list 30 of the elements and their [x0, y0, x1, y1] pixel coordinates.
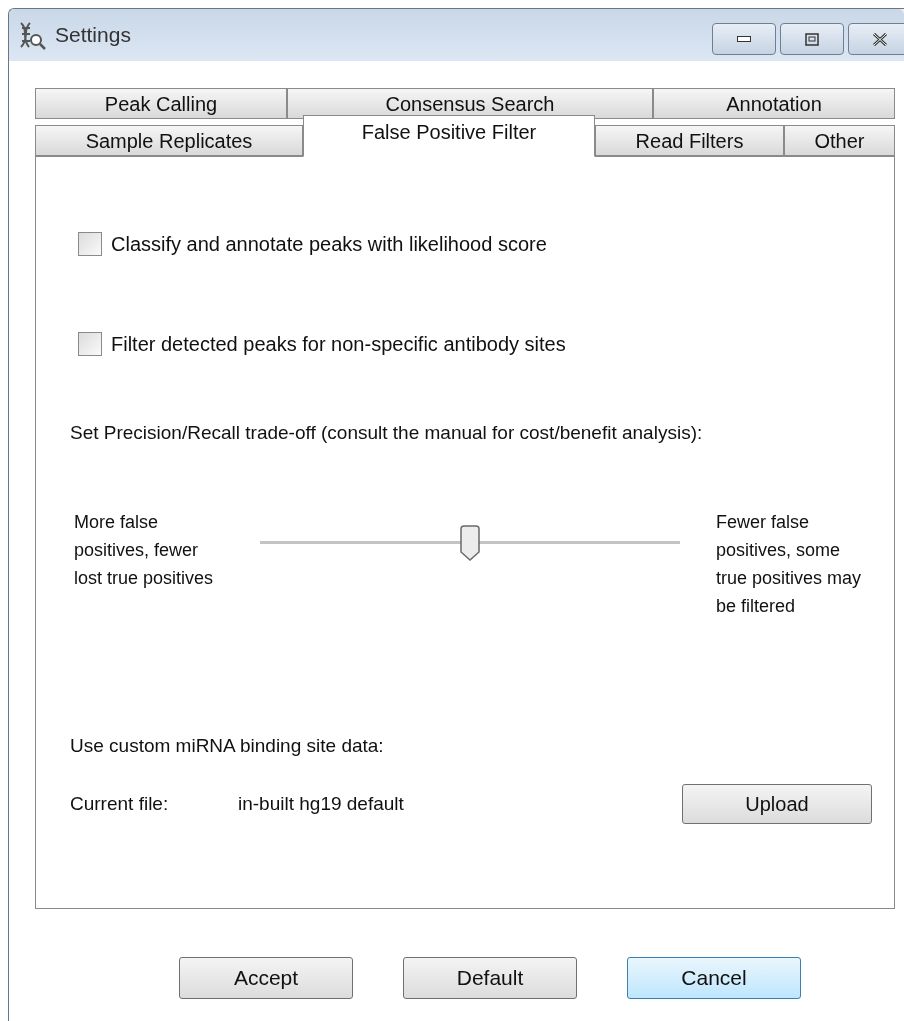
maximize-button[interactable] [780, 23, 844, 55]
tab[interactable]: Peak Calling [35, 88, 287, 119]
checkbox[interactable] [78, 232, 102, 256]
slider-thumb[interactable] [459, 524, 481, 561]
upload-button[interactable]: Upload [682, 784, 872, 824]
minimize-icon [737, 36, 751, 42]
checkbox-label: Filter detected peaks for non-specific antibody sites [111, 332, 566, 357]
close-button[interactable] [848, 23, 904, 55]
tab[interactable]: Read Filters [595, 125, 784, 156]
minimize-button[interactable] [712, 23, 776, 55]
checkbox-label: Classify and annotate peaks with likelihood score [111, 232, 547, 257]
right-slider-label: Fewer false positives, some true positives may be filtered [716, 510, 863, 618]
left-slider-label: More false positives, fewer lost true positives [74, 510, 215, 590]
checkbox[interactable] [78, 332, 102, 356]
dialog-button[interactable]: Cancel [627, 957, 801, 999]
current-file-value: in-built hg19 default [238, 791, 405, 816]
tab[interactable]: Consensus Search [287, 88, 653, 119]
slider-track[interactable] [260, 523, 680, 562]
tab[interactable]: Sample Replicates [35, 125, 303, 156]
mirna-prompt: Use custom miRNA binding site data: [70, 733, 385, 758]
tab[interactable]: False Positive Filter [303, 115, 595, 157]
dialog-button[interactable]: Default [403, 957, 577, 999]
tab[interactable]: Other [784, 125, 895, 156]
window-title: Settings [55, 22, 131, 49]
current-file-label: Current file: [70, 791, 170, 816]
dialog-button[interactable]: Accept [179, 957, 353, 999]
tradeoff-prompt: Set Precision/Recall trade-off (consult the manual for cost/benefit analysis): [70, 421, 704, 445]
tab[interactable]: Annotation [653, 88, 895, 119]
maximize-icon [805, 32, 819, 46]
close-icon [873, 32, 887, 46]
